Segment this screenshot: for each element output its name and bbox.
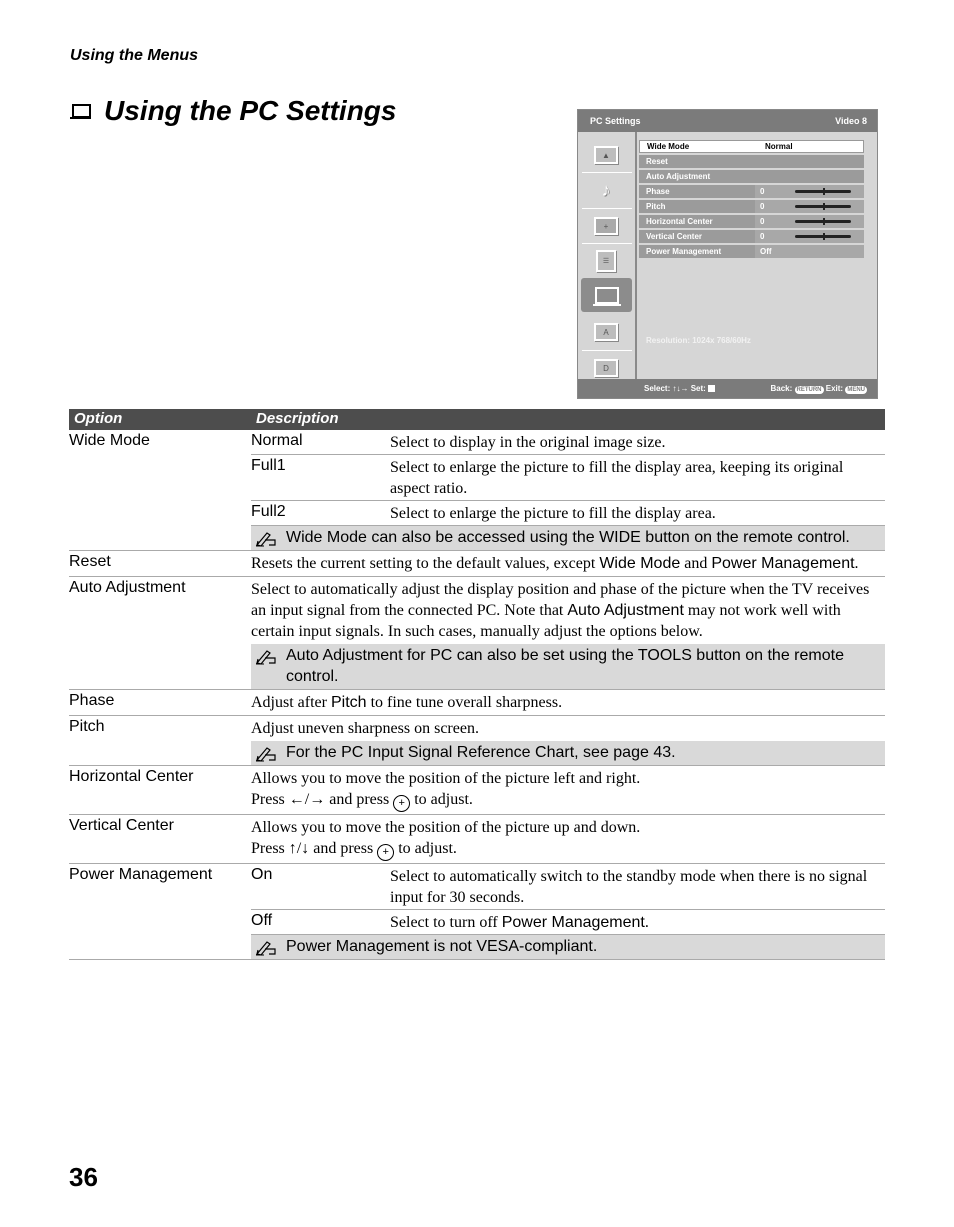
osd-item-slider[interactable] [795, 233, 851, 240]
page-title-text: Using the PC Settings [104, 95, 397, 126]
osd-header: PC Settings Video 8 [578, 110, 877, 132]
osd-menu-item[interactable]: Wide Mode Normal [639, 140, 864, 153]
picture-icon[interactable]: ▲ [578, 138, 634, 172]
description: Allows you to move the position of the p… [251, 815, 885, 863]
screen-icon[interactable]: + [578, 209, 634, 243]
joystick-button-icon: + [377, 844, 395, 861]
page-title: Using the PC Settings [70, 95, 396, 127]
sub-option-full2: Full2 Select to enlarge the picture to f… [251, 501, 885, 526]
header-description: Description [256, 410, 339, 427]
osd-header-input: Video 8 [835, 116, 867, 126]
up-down-arrows-icon: ↑/↓ [288, 840, 310, 857]
osd-item-slider[interactable] [795, 218, 851, 225]
osd-item-slider[interactable] [795, 188, 851, 195]
osd-menu-item[interactable]: Phase 0 [639, 185, 864, 198]
page-number: 36 [69, 1162, 98, 1192]
option-name: Phase [69, 692, 115, 709]
table-row-auto-adjustment: Auto Adjustment Select to automatically … [69, 577, 885, 690]
option-name: Pitch [69, 718, 105, 735]
sub-option-on: On Select to automatically switch to the… [251, 864, 885, 910]
osd-menu-item[interactable]: Power Management Off [639, 245, 864, 258]
osd-item-value: Off [755, 245, 864, 258]
sound-icon[interactable]: ♪ [578, 173, 634, 207]
osd-item-label: Horizontal Center [646, 217, 713, 226]
sub-option-normal: Normal Select to display in the original… [251, 430, 885, 455]
note-pencil-icon [255, 941, 276, 956]
note: Auto Adjustment for PC can also be set u… [251, 644, 885, 689]
note: Wide Mode can also be accessed using the… [251, 526, 885, 550]
osd-footer-back-exit: Back: RETURN Exit: MENU [770, 383, 867, 394]
osd-item-label: Power Management [646, 247, 722, 256]
osd-item-label: Reset [646, 157, 668, 166]
osd-item-label: Pitch [646, 202, 666, 211]
osd-item-label: Wide Mode [647, 142, 690, 151]
left-right-arrows-icon: ←/→ [288, 791, 326, 808]
table-row-phase: Phase Adjust after Pitch to fine tune ov… [69, 690, 885, 716]
osd-menu-item[interactable]: Reset [639, 155, 864, 168]
description: Allows you to move the position of the p… [251, 766, 885, 814]
sub-option-full1: Full1 Select to enlarge the picture to f… [251, 455, 885, 501]
table-row-vertical-center: Vertical Center Allows you to move the p… [69, 815, 885, 864]
analog-channel-icon[interactable]: A [578, 315, 634, 349]
slider-knob[interactable] [823, 203, 825, 210]
pc-icon [70, 102, 92, 120]
arrow-keys-icon: ↑↓→ [672, 384, 689, 393]
table-row-pitch: Pitch Adjust uneven sharpness on screen.… [69, 716, 885, 766]
note: For the PC Input Signal Reference Chart,… [251, 741, 885, 765]
osd-menu-item[interactable]: Auto Adjustment [639, 170, 864, 183]
slider-knob[interactable] [823, 188, 825, 195]
running-head: Using the Menus [70, 47, 199, 64]
table-row-horizontal-center: Horizontal Center Allows you to move the… [69, 766, 885, 815]
osd-sidebar: ▲ ♪ + ☰ A D [578, 132, 637, 379]
osd-header-title: PC Settings [590, 116, 641, 126]
table-header: Option Description [69, 409, 885, 430]
option-name: Reset [69, 553, 111, 570]
options-table: Option Description Wide Mode Normal Sele… [69, 409, 885, 960]
note: Power Management is not VESA-compliant. [251, 935, 885, 959]
header-option: Option [74, 410, 123, 427]
description: Adjust after Pitch to fine tune overall … [251, 694, 563, 711]
osd-menu-item[interactable]: Pitch 0 [639, 200, 864, 213]
osd-menu-list: Wide Mode Normal Reset Auto Adjustment Phase… [639, 140, 864, 260]
note-pencil-icon [255, 650, 276, 665]
set-button-icon [708, 385, 716, 392]
option-name: Wide Mode [69, 432, 150, 449]
setup-icon[interactable]: ☰ [578, 244, 634, 278]
osd-item-value: Normal [765, 142, 793, 151]
menu-button-icon: MENU [845, 385, 867, 394]
osd-screen: PC Settings Video 8 ▲ ♪ + ☰ A D Wide Mod… [577, 109, 878, 399]
table-row-wide-mode: Wide Mode Normal Select to display in th… [69, 430, 885, 551]
option-name: Horizontal Center [69, 768, 194, 785]
slider-knob[interactable] [823, 218, 825, 225]
osd-item-label: Auto Adjustment [646, 172, 711, 181]
osd-footer-select: Select: ↑↓→ Set: [644, 384, 716, 393]
option-name: Vertical Center [69, 817, 174, 834]
description: Resets the current setting to the defaul… [251, 555, 859, 572]
osd-menu-item[interactable]: Vertical Center 0 [639, 230, 864, 243]
sub-option-off: Off Select to turn off Power Management. [251, 910, 885, 935]
osd-item-label: Phase [646, 187, 670, 196]
note-pencil-icon [255, 747, 276, 762]
description: Adjust uneven sharpness on screen. [251, 720, 479, 737]
slider-knob[interactable] [823, 233, 825, 240]
osd-item-label: Vertical Center [646, 232, 703, 241]
osd-footer: Select: ↑↓→ Set: Back: RETURN Exit: MENU [578, 379, 877, 398]
option-name: Power Management [69, 866, 213, 883]
description: Select to automatically adjust the displ… [251, 581, 870, 640]
pc-menu-icon[interactable] [581, 278, 632, 312]
osd-menu-item[interactable]: Horizontal Center 0 [639, 215, 864, 228]
table-row-power-management: Power Management On Select to automatica… [69, 864, 885, 960]
table-row-reset: Reset Resets the current setting to the … [69, 551, 885, 577]
osd-resolution: Resolution: 1024x 768/60Hz [646, 336, 751, 345]
return-button-icon: RETURN [794, 385, 824, 394]
option-name: Auto Adjustment [69, 579, 186, 596]
osd-item-slider[interactable] [795, 203, 851, 210]
joystick-button-icon: + [393, 795, 411, 812]
note-pencil-icon [255, 532, 276, 547]
